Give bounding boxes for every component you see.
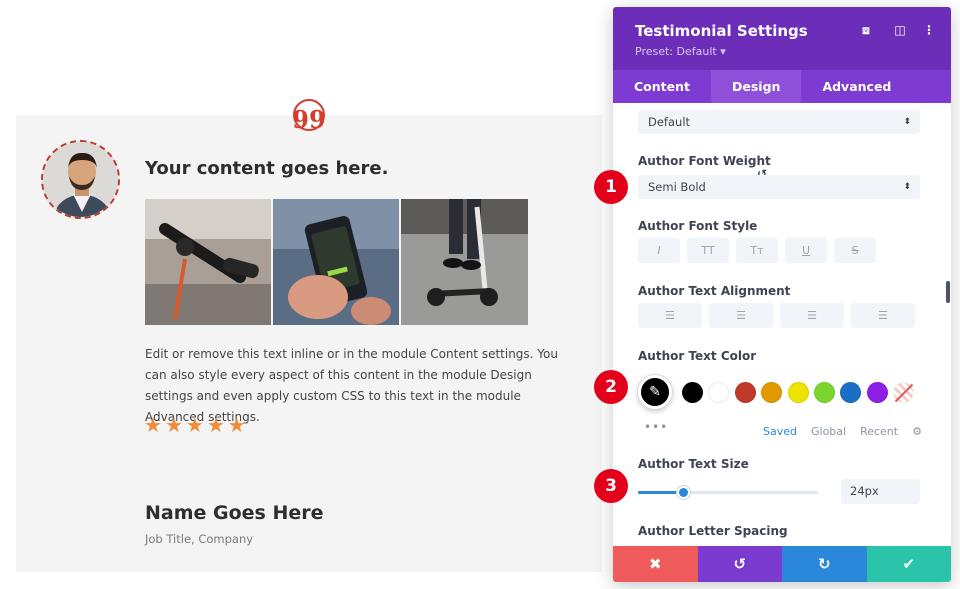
undo-button[interactable]: ↺: [697, 546, 782, 582]
tab-content[interactable]: Content: [613, 70, 711, 103]
select-arrows-icon: ⬍: [903, 182, 911, 192]
star-icon: ★: [185, 413, 204, 437]
step-marker-2: 2: [594, 370, 628, 404]
swatch-red[interactable]: [734, 381, 756, 403]
phone-photo: [273, 199, 399, 325]
author-avatar: [41, 140, 120, 219]
select-value: Default: [648, 115, 691, 129]
quote-icon: 99: [292, 99, 326, 131]
split-view-icon[interactable]: ◫: [892, 23, 908, 37]
color-tabs: Saved Global Recent ⚙: [763, 425, 922, 438]
author-name[interactable]: Name Goes Here: [145, 502, 324, 524]
more-options-icon[interactable]: ⋮: [921, 23, 937, 37]
strikethrough-button[interactable]: S: [834, 238, 876, 263]
font-style-buttons: I TT Tт U S: [638, 238, 876, 263]
content-title[interactable]: Your content goes here.: [145, 158, 388, 179]
underline-button[interactable]: U: [785, 238, 827, 263]
more-colors-icon[interactable]: •••: [644, 420, 668, 434]
swatch-blue[interactable]: [840, 381, 862, 403]
star-icon: ★: [206, 413, 225, 437]
align-left-icon[interactable]: ☰: [638, 303, 702, 328]
swatch-black[interactable]: [682, 381, 703, 403]
save-button[interactable]: ✔: [866, 546, 951, 582]
star-rating: ★ ★ ★ ★ ★: [144, 413, 246, 437]
panel-footer: ✖ ↺ ↻ ✔: [613, 546, 951, 582]
author-text-size-label: Author Text Size: [638, 457, 749, 471]
swatch-white[interactable]: [708, 381, 730, 403]
author-job-title[interactable]: Job Title, Company: [145, 532, 253, 546]
align-justify-icon[interactable]: ☰: [851, 303, 915, 328]
redo-button[interactable]: ↻: [782, 546, 867, 582]
author-font-style-label: Author Font Style: [638, 219, 758, 233]
alignment-buttons: ☰ ☰ ☰ ☰: [638, 303, 915, 328]
star-icon: ★: [164, 413, 183, 437]
panel-body: Default ⬍ Author Font Weight ↺ Semi Bold…: [613, 103, 951, 546]
color-swatches: ✎: [638, 375, 920, 409]
color-tab-global[interactable]: Global: [811, 425, 846, 438]
swatch-green[interactable]: [813, 381, 835, 403]
text-size-input[interactable]: 24px: [841, 479, 920, 504]
preset-dropdown[interactable]: Preset: Default ▾: [635, 45, 929, 58]
scooter-rider-photo: [401, 199, 528, 325]
tab-advanced[interactable]: Advanced: [801, 70, 912, 103]
select-value: Semi Bold: [648, 180, 706, 194]
panel-title: Testimonial Settings: [635, 22, 808, 40]
author-text-alignment-label: Author Text Alignment: [638, 284, 791, 298]
color-tab-recent[interactable]: Recent: [860, 425, 898, 438]
panel-scrollbar[interactable]: [946, 281, 950, 303]
eyedropper-icon[interactable]: ✎: [638, 375, 672, 409]
align-center-icon[interactable]: ☰: [709, 303, 773, 328]
author-font-select[interactable]: Default ⬍: [638, 110, 920, 134]
text-size-slider[interactable]: [638, 491, 818, 494]
tab-design[interactable]: Design: [711, 70, 802, 103]
swatch-yellow[interactable]: [787, 381, 809, 403]
capitalize-button[interactable]: Tт: [736, 238, 778, 263]
align-right-icon[interactable]: ☰: [780, 303, 844, 328]
color-tab-saved[interactable]: Saved: [763, 425, 797, 438]
author-text-color-label: Author Text Color: [638, 349, 757, 363]
swatch-orange[interactable]: [761, 381, 783, 403]
panel-header: Testimonial Settings Preset: Default ▾ ⧈…: [613, 7, 951, 70]
italic-button[interactable]: I: [638, 238, 680, 263]
select-arrows-icon: ⬍: [903, 117, 911, 127]
step-marker-3: 3: [594, 469, 628, 503]
author-font-weight-label: Author Font Weight: [638, 154, 771, 168]
no-color-swatch[interactable]: [893, 381, 915, 403]
panel-tabs: Content Design Advanced: [613, 70, 951, 103]
uppercase-button[interactable]: TT: [687, 238, 729, 263]
color-settings-gear-icon[interactable]: ⚙: [912, 425, 922, 438]
settings-panel: Testimonial Settings Preset: Default ▾ ⧈…: [613, 7, 951, 582]
scooter-handlebar-photo: [145, 199, 271, 325]
cancel-button[interactable]: ✖: [613, 546, 698, 582]
focus-icon[interactable]: ⧈: [858, 23, 874, 38]
step-marker-1: 1: [594, 170, 628, 204]
author-font-weight-select[interactable]: Semi Bold ⬍: [638, 175, 920, 199]
swatch-purple[interactable]: [866, 381, 888, 403]
author-letter-spacing-label: Author Letter Spacing: [638, 524, 788, 538]
star-icon: ★: [227, 413, 246, 437]
star-icon: ★: [144, 413, 162, 437]
slider-thumb[interactable]: [677, 486, 690, 499]
